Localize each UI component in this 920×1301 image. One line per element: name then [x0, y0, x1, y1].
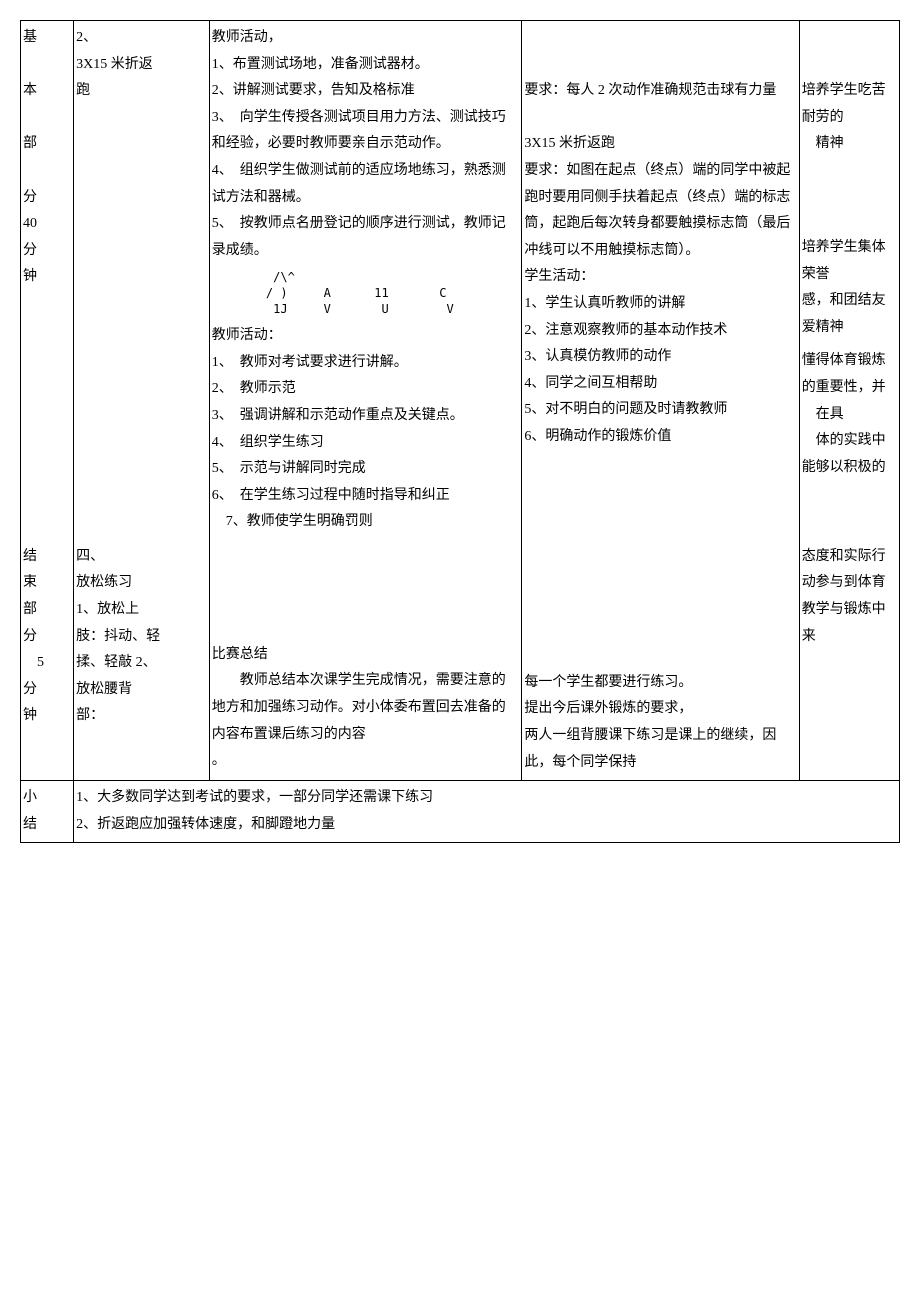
lesson-plan-page: 基 本 部 分 40 分 钟 2、 3X15 米折返 跑 教师活动， 1、布置测…	[20, 20, 900, 843]
summary-body: 教师总结本次课学生完成情况，需要注意的地方和加强练习动作。对小体委布置回去准备的…	[212, 668, 520, 774]
teacher-cell-main: 教师活动， 1、布置测试场地，准备测试器材。 2、讲解测试要求，告知及格标准 3…	[209, 21, 522, 540]
teacher-top-body: 1、布置测试场地，准备测试器材。 2、讲解测试要求，告知及格标准 3、 向学生传…	[212, 52, 520, 265]
item-cell-main: 2、 3X15 米折返 跑	[74, 21, 210, 540]
teacher-top-header: 教师活动，	[212, 25, 520, 52]
student-cell-end: 每一个学生都要进行练习。 提出今后课外锻炼的要求， 两人一组背腰课下练习是课上的…	[522, 540, 799, 781]
summary-label-cell: 小 结	[21, 781, 74, 843]
goal-text-2: 培养学生集体荣誉 感，和团结友爱精神	[802, 235, 897, 341]
goal-text-1: 培养学生吃苦 耐劳的 精神	[802, 78, 897, 158]
stage-cell-end: 结 束 部 分 5 分 钟	[21, 540, 74, 781]
goal-cell-main: 培养学生吃苦 耐劳的 精神 培养学生集体荣誉 感，和团结友爱精神 懂得体育锻炼的…	[799, 21, 899, 540]
summary-header: 比赛总结	[212, 642, 520, 669]
table-row: 结 束 部 分 5 分 钟 四、 放松练习 1、放松上 肢：抖动、轻 揉、轻敲 …	[21, 540, 900, 781]
teacher-bottom-body: 1、 教师对考试要求进行讲解。 2、 教师示范 3、 强调讲解和示范动作重点及关…	[212, 350, 520, 536]
goal-text-3: 懂得体育锻炼的重要性，并 在具 体的实践中能够以积极的	[802, 348, 897, 481]
goal-cell-end: 态度和实际行动参与到体育教学与锻炼中来	[799, 540, 899, 781]
student-acts: 1、学生认真听教师的讲解 2、注意观察教师的基本动作技术 3、认真模仿教师的动作…	[524, 291, 796, 451]
stage-cell-main: 基 本 部 分 40 分 钟	[21, 21, 74, 540]
table-row: 基 本 部 分 40 分 钟 2、 3X15 米折返 跑 教师活动， 1、布置测…	[21, 21, 900, 540]
student-end-text: 每一个学生都要进行练习。 提出今后课外锻炼的要求， 两人一组背腰课下练习是课上的…	[524, 670, 796, 776]
student-run-title: 3X15 米折返跑	[524, 131, 796, 158]
student-run-req: 要求：如图在起点（终点）端的同学中被起跑时要用同侧手扶着起点（终点）端的标志筒，…	[524, 158, 796, 264]
diagram-ascii: /\^ / ) A 11 C 1J V U V	[212, 264, 520, 323]
summary-body-cell: 1、大多数同学达到考试的要求，一部分同学还需课下练习 2、折返跑应加强转体速度，…	[74, 781, 900, 843]
lesson-plan-table: 基 本 部 分 40 分 钟 2、 3X15 米折返 跑 教师活动， 1、布置测…	[20, 20, 900, 843]
teacher-bottom-header: 教师活动：	[212, 323, 520, 350]
table-row: 小 结 1、大多数同学达到考试的要求，一部分同学还需课下练习 2、折返跑应加强转…	[21, 781, 900, 843]
student-act-header: 学生活动：	[524, 264, 796, 291]
student-req1: 要求：每人 2 次动作准确规范击球有力量	[524, 78, 796, 105]
item-cell-end: 四、 放松练习 1、放松上 肢：抖动、轻 揉、轻敲 2、 放松腰背 部：	[74, 540, 210, 781]
goal-end-text: 态度和实际行动参与到体育教学与锻炼中来	[802, 544, 897, 650]
teacher-cell-end: 比赛总结 教师总结本次课学生完成情况，需要注意的地方和加强练习动作。对小体委布置…	[209, 540, 522, 781]
student-cell-main: 要求：每人 2 次动作准确规范击球有力量 3X15 米折返跑 要求：如图在起点（…	[522, 21, 799, 540]
